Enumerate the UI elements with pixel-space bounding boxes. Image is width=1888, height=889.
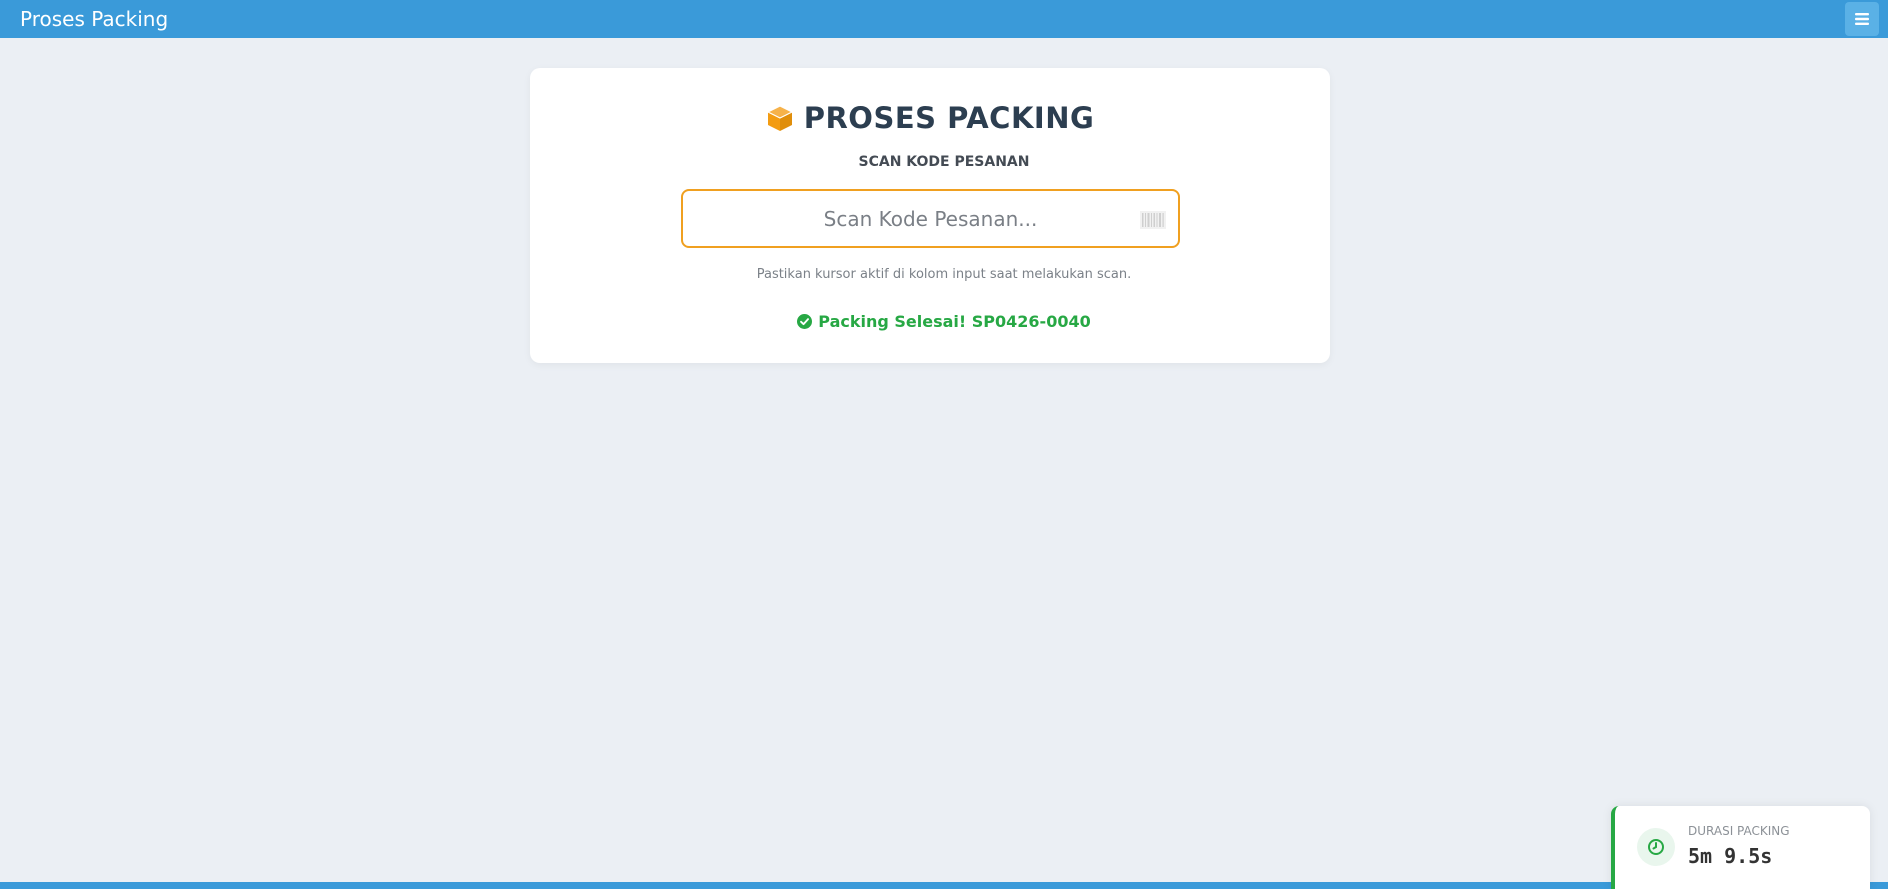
- check-circle-icon: [797, 314, 813, 329]
- box-icon: [766, 105, 794, 131]
- packing-duration-widget: DURASI PACKING 5m 9.5s: [1611, 806, 1870, 889]
- menu-button[interactable]: [1845, 2, 1879, 36]
- status-text: Packing Selesai! SP0426-0040: [818, 312, 1091, 331]
- barcode-icon: [1140, 211, 1166, 229]
- bottom-bar: [0, 882, 1888, 889]
- page-title: PROSES PACKING: [530, 98, 1330, 138]
- top-navbar: Proses Packing: [0, 0, 1888, 38]
- scan-order-input[interactable]: [683, 191, 1178, 246]
- duration-label: DURASI PACKING: [1688, 824, 1790, 838]
- clock-badge: [1637, 828, 1675, 866]
- clock-icon: [1648, 839, 1664, 855]
- hamburger-menu-icon: [1855, 13, 1869, 25]
- app-title: Proses Packing: [20, 7, 169, 31]
- title-text: PROSES PACKING: [803, 101, 1095, 135]
- scan-field-label: SCAN KODE PESANAN: [858, 154, 1030, 170]
- scan-hint: Pastikan kursor aktif di kolom input saa…: [756, 267, 1132, 282]
- duration-value: 5m 9.5s: [1688, 844, 1773, 868]
- status-message: Packing Selesai! SP0426-0040: [0, 312, 1888, 331]
- scan-input-wrapper: [681, 189, 1180, 248]
